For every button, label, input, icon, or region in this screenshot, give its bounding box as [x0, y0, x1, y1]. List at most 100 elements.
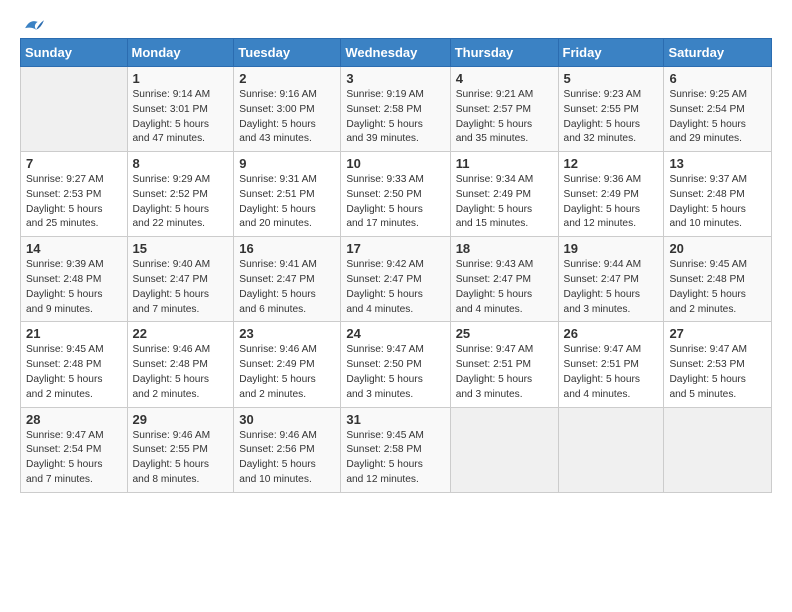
- calendar-cell: 6Sunrise: 9:25 AM Sunset: 2:54 PM Daylig…: [664, 67, 772, 152]
- calendar-week-row: 21Sunrise: 9:45 AM Sunset: 2:48 PM Dayli…: [21, 322, 772, 407]
- calendar-header-friday: Friday: [558, 39, 664, 67]
- day-number: 15: [133, 241, 229, 256]
- calendar-cell: 2 Sunrise: 9:16 AM Sunset: 3:00 PM Daylig…: [234, 67, 341, 152]
- day-info: Sunrise: 9:21 AM Sunset: 2:57 PM Dayligh…: [456, 88, 553, 147]
- day-number: 11: [456, 156, 553, 171]
- day-number: 19: [564, 241, 659, 256]
- day-info: Sunrise: 9:23 AM Sunset: 2:55 PM Dayligh…: [564, 88, 659, 147]
- calendar-header-thursday: Thursday: [450, 39, 558, 67]
- calendar-cell: 12Sunrise: 9:36 AM Sunset: 2:49 PM Dayli…: [558, 152, 664, 237]
- calendar-cell: [450, 407, 558, 492]
- day-number: 26: [564, 326, 659, 341]
- calendar-cell: 3 Sunrise: 9:19 AM Sunset: 2:58 PM Daylig…: [341, 67, 450, 152]
- header: [20, 16, 772, 30]
- day-number: 14: [26, 241, 122, 256]
- day-info: Sunrise: 9:37 AM Sunset: 2:48 PM Dayligh…: [669, 173, 766, 232]
- calendar-cell: 31Sunrise: 9:45 AM Sunset: 2:58 PM Dayli…: [341, 407, 450, 492]
- calendar-cell: 18 Sunrise: 9:43 AM Sunset: 2:47 PM Dayli…: [450, 237, 558, 322]
- day-number: 13: [669, 156, 766, 171]
- day-info: Sunrise: 9:41 AM Sunset: 2:47 PM Dayligh…: [239, 258, 335, 317]
- day-info: Sunrise: 9:19 AM Sunset: 2:58 PM Dayligh…: [346, 88, 444, 147]
- day-number: 30: [239, 412, 335, 427]
- day-number: 1: [133, 71, 229, 86]
- day-number: 3: [346, 71, 444, 86]
- calendar-cell: 1 Sunrise: 9:14 AM Sunset: 3:01 PM Daylig…: [127, 67, 234, 152]
- day-number: 27: [669, 326, 766, 341]
- day-info: Sunrise: 9:45 AM Sunset: 2:48 PM Dayligh…: [669, 258, 766, 317]
- calendar-cell: 30 Sunrise: 9:46 AM Sunset: 2:56 PM Dayli…: [234, 407, 341, 492]
- calendar-cell: 26 Sunrise: 9:47 AM Sunset: 2:51 PM Dayli…: [558, 322, 664, 407]
- calendar-cell: 22 Sunrise: 9:46 AM Sunset: 2:48 PM Dayli…: [127, 322, 234, 407]
- day-info: Sunrise: 9:46 AM Sunset: 2:56 PM Dayligh…: [239, 429, 335, 488]
- calendar-cell: 9 Sunrise: 9:31 AM Sunset: 2:51 PM Daylig…: [234, 152, 341, 237]
- day-info: Sunrise: 9:47 AM Sunset: 2:51 PM Dayligh…: [456, 343, 553, 402]
- day-info: Sunrise: 9:31 AM Sunset: 2:51 PM Dayligh…: [239, 173, 335, 232]
- calendar-cell: 17 Sunrise: 9:42 AM Sunset: 2:47 PM Dayli…: [341, 237, 450, 322]
- calendar-week-row: 1 Sunrise: 9:14 AM Sunset: 3:01 PM Daylig…: [21, 67, 772, 152]
- day-number: 20: [669, 241, 766, 256]
- day-number: 2: [239, 71, 335, 86]
- day-info: Sunrise: 9:40 AM Sunset: 2:47 PM Dayligh…: [133, 258, 229, 317]
- day-info: Sunrise: 9:14 AM Sunset: 3:01 PM Dayligh…: [133, 88, 229, 147]
- calendar-cell: 5 Sunrise: 9:23 AM Sunset: 2:55 PM Daylig…: [558, 67, 664, 152]
- calendar-cell: 25 Sunrise: 9:47 AM Sunset: 2:51 PM Dayli…: [450, 322, 558, 407]
- calendar-cell: 27 Sunrise: 9:47 AM Sunset: 2:53 PM Dayli…: [664, 322, 772, 407]
- calendar-header-sunday: Sunday: [21, 39, 128, 67]
- day-number: 28: [26, 412, 122, 427]
- calendar-cell: 14 Sunrise: 9:39 AM Sunset: 2:48 PM Dayli…: [21, 237, 128, 322]
- day-number: 10: [346, 156, 444, 171]
- day-number: 4: [456, 71, 553, 86]
- day-number: 24: [346, 326, 444, 341]
- calendar-cell: 29 Sunrise: 9:46 AM Sunset: 2:55 PM Dayli…: [127, 407, 234, 492]
- calendar: SundayMondayTuesdayWednesdayThursdayFrid…: [20, 38, 772, 493]
- day-info: Sunrise: 9:47 AM Sunset: 2:51 PM Dayligh…: [564, 343, 659, 402]
- day-number: 6: [669, 71, 766, 86]
- day-info: Sunrise: 9:47 AM Sunset: 2:50 PM Dayligh…: [346, 343, 444, 402]
- calendar-cell: 7 Sunrise: 9:27 AM Sunset: 2:53 PM Daylig…: [21, 152, 128, 237]
- day-number: 29: [133, 412, 229, 427]
- day-number: 22: [133, 326, 229, 341]
- calendar-cell: 20 Sunrise: 9:45 AM Sunset: 2:48 PM Dayli…: [664, 237, 772, 322]
- calendar-header-row: SundayMondayTuesdayWednesdayThursdayFrid…: [21, 39, 772, 67]
- day-info: Sunrise: 9:16 AM Sunset: 3:00 PM Dayligh…: [239, 88, 335, 147]
- day-number: 7: [26, 156, 122, 171]
- day-info: Sunrise: 9:27 AM Sunset: 2:53 PM Dayligh…: [26, 173, 122, 232]
- day-info: Sunrise: 9:44 AM Sunset: 2:47 PM Dayligh…: [564, 258, 659, 317]
- day-number: 5: [564, 71, 659, 86]
- calendar-cell: [558, 407, 664, 492]
- calendar-cell: 24 Sunrise: 9:47 AM Sunset: 2:50 PM Dayli…: [341, 322, 450, 407]
- calendar-cell: 8Sunrise: 9:29 AM Sunset: 2:52 PM Daylig…: [127, 152, 234, 237]
- calendar-cell: 15 Sunrise: 9:40 AM Sunset: 2:47 PM Dayli…: [127, 237, 234, 322]
- calendar-cell: 16 Sunrise: 9:41 AM Sunset: 2:47 PM Dayli…: [234, 237, 341, 322]
- day-number: 18: [456, 241, 553, 256]
- day-number: 8: [133, 156, 229, 171]
- calendar-header-tuesday: Tuesday: [234, 39, 341, 67]
- calendar-header-monday: Monday: [127, 39, 234, 67]
- day-info: Sunrise: 9:33 AM Sunset: 2:50 PM Dayligh…: [346, 173, 444, 232]
- day-info: Sunrise: 9:39 AM Sunset: 2:48 PM Dayligh…: [26, 258, 122, 317]
- logo: [20, 16, 44, 30]
- day-number: 16: [239, 241, 335, 256]
- day-number: 23: [239, 326, 335, 341]
- day-number: 12: [564, 156, 659, 171]
- calendar-week-row: 28 Sunrise: 9:47 AM Sunset: 2:54 PM Dayli…: [21, 407, 772, 492]
- day-number: 9: [239, 156, 335, 171]
- calendar-cell: [21, 67, 128, 152]
- day-number: 17: [346, 241, 444, 256]
- day-info: Sunrise: 9:46 AM Sunset: 2:55 PM Dayligh…: [133, 429, 229, 488]
- day-info: Sunrise: 9:34 AM Sunset: 2:49 PM Dayligh…: [456, 173, 553, 232]
- day-info: Sunrise: 9:47 AM Sunset: 2:54 PM Dayligh…: [26, 429, 122, 488]
- day-info: Sunrise: 9:43 AM Sunset: 2:47 PM Dayligh…: [456, 258, 553, 317]
- day-info: Sunrise: 9:45 AM Sunset: 2:58 PM Dayligh…: [346, 429, 444, 488]
- calendar-week-row: 14 Sunrise: 9:39 AM Sunset: 2:48 PM Dayli…: [21, 237, 772, 322]
- day-info: Sunrise: 9:46 AM Sunset: 2:49 PM Dayligh…: [239, 343, 335, 402]
- calendar-cell: 4 Sunrise: 9:21 AM Sunset: 2:57 PM Daylig…: [450, 67, 558, 152]
- day-info: Sunrise: 9:47 AM Sunset: 2:53 PM Dayligh…: [669, 343, 766, 402]
- calendar-header-wednesday: Wednesday: [341, 39, 450, 67]
- calendar-cell: 23 Sunrise: 9:46 AM Sunset: 2:49 PM Dayli…: [234, 322, 341, 407]
- day-info: Sunrise: 9:42 AM Sunset: 2:47 PM Dayligh…: [346, 258, 444, 317]
- calendar-cell: [664, 407, 772, 492]
- calendar-week-row: 7 Sunrise: 9:27 AM Sunset: 2:53 PM Daylig…: [21, 152, 772, 237]
- day-number: 25: [456, 326, 553, 341]
- day-info: Sunrise: 9:46 AM Sunset: 2:48 PM Dayligh…: [133, 343, 229, 402]
